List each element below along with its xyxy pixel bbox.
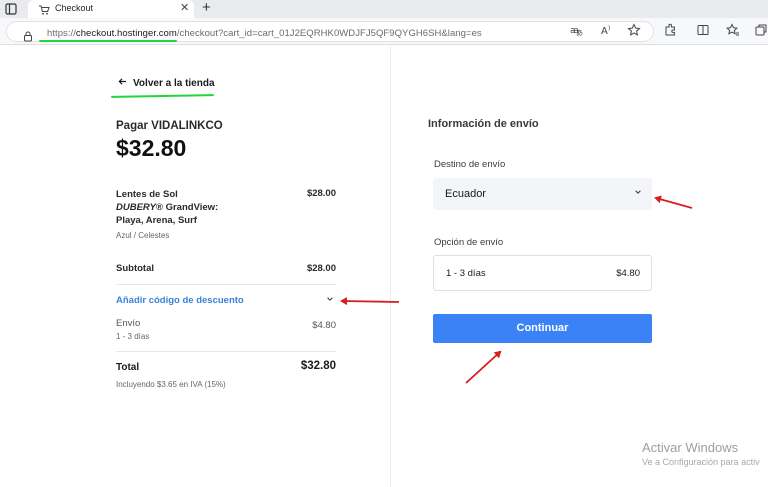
url-host: checkout.hostinger.com [75, 28, 177, 39]
svg-text:): ) [608, 25, 610, 32]
merchant-label: Pagar VIDALINKCO [116, 120, 223, 132]
divider [116, 351, 336, 352]
read-aloud-icon[interactable]: A) [600, 23, 614, 37]
url-highlight-underline [39, 40, 177, 42]
destination-label: Destino de envío [434, 159, 506, 170]
new-tab-icon[interactable]: + [202, 0, 211, 16]
windows-activation-title: Activar Windows [642, 440, 739, 455]
item-name-line2: ® GrandView: [155, 202, 219, 213]
svg-text:A: A [601, 26, 608, 37]
total-value: $32.80 [300, 360, 336, 372]
lock-icon[interactable] [23, 29, 33, 42]
annotation-arrow-destination [654, 195, 693, 209]
item-brand: DUBERY [116, 202, 156, 213]
url-scheme: https:// [47, 28, 76, 39]
divider [116, 284, 336, 285]
chevron-down-icon [634, 188, 642, 198]
browser-tab-checkout[interactable]: Checkout ✕ [28, 0, 194, 18]
continue-button[interactable]: Continuar [433, 314, 652, 343]
back-to-store-link[interactable]: Volver a la tienda [118, 77, 215, 89]
favorite-star-icon[interactable] [627, 23, 641, 37]
shipping-info-title: Información de envío [428, 118, 539, 130]
tab-title: Checkout [55, 3, 94, 13]
tax-note: Incluyendo $3.65 en IVA (15%) [116, 380, 226, 389]
item-name: Lentes de Sol DUBERY® GrandView: Playa, … [116, 188, 236, 227]
back-link-highlight-underline [110, 94, 215, 98]
subtotal-value: $28.00 [306, 263, 336, 274]
shipping-option-label: Opción de envío [434, 237, 504, 248]
destination-value: Ecuador [445, 188, 486, 200]
back-to-store-label: Volver a la tienda [133, 77, 215, 89]
url-field[interactable]: https://checkout.hostinger.com/checkout?… [6, 21, 654, 42]
subtotal-label: Subtotal [116, 263, 154, 274]
translate-icon[interactable]: ꜳあ [570, 23, 584, 37]
shipping-days: 1 - 3 días [116, 332, 150, 341]
column-divider [390, 45, 391, 487]
cart-icon [38, 3, 50, 15]
browser-tab-bar: Checkout ✕ + [0, 0, 768, 18]
shipping-option-price: $4.80 [616, 268, 640, 279]
windows-activation-subtitle: Ve a Configuración para activ [642, 457, 760, 467]
chevron-down-icon[interactable] [326, 295, 334, 305]
svg-text:あ: あ [576, 29, 583, 37]
item-price: $28.00 [306, 188, 336, 199]
shipping-value: $4.80 [312, 320, 336, 331]
add-discount-code-link[interactable]: Añadir código de descuento [116, 295, 244, 306]
collections-icon[interactable] [754, 23, 768, 37]
item-variant: Azul / Celestes [116, 231, 170, 240]
extensions-icon[interactable] [663, 23, 677, 37]
item-name-line3: Playa, Arena, Surf [116, 215, 197, 226]
order-total-heading: $32.80 [116, 135, 187, 161]
destination-select[interactable]: Ecuador [433, 178, 652, 210]
favorites-icon[interactable] [725, 23, 740, 37]
shipping-option-card[interactable]: 1 - 3 días $4.80 [433, 255, 652, 291]
shipping-label: Envío [116, 318, 141, 329]
checkout-page: Volver a la tienda Pagar VIDALINKCO $32.… [0, 45, 768, 487]
item-name-line1: Lentes de Sol [116, 189, 178, 200]
tab-actions-icon[interactable] [4, 2, 18, 16]
url-path: /checkout?cart_id=cart_01J2EQRHK0WDJFJ5Q… [176, 28, 482, 39]
arrow-left-icon [118, 77, 127, 89]
url-text: https://checkout.hostinger.com/checkout?… [47, 28, 482, 39]
shipping-option-days: 1 - 3 días [446, 268, 486, 279]
tab-close-icon[interactable]: ✕ [180, 2, 189, 14]
split-screen-icon[interactable] [696, 23, 710, 37]
total-label: Total [116, 362, 140, 373]
annotation-arrow-continue [465, 350, 502, 384]
